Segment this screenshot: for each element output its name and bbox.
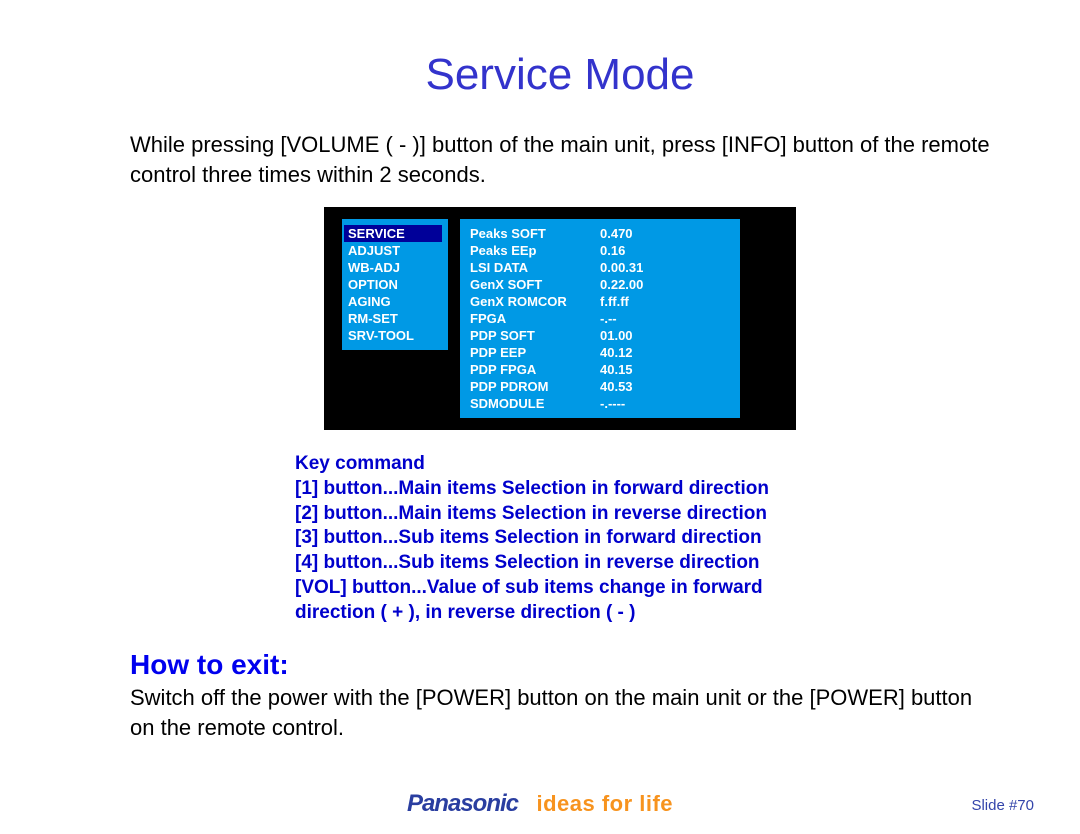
data-label: GenX ROMCOR <box>470 294 600 309</box>
slide-number: Slide #70 <box>971 797 1034 814</box>
data-label: SDMODULE <box>470 396 600 411</box>
data-row: PDP SOFT01.00 <box>470 327 730 344</box>
data-row: PDP EEP40.12 <box>470 344 730 361</box>
data-row: PDP PDROM40.53 <box>470 378 730 395</box>
key-command-line: [4] button...Sub items Selection in reve… <box>295 551 850 576</box>
data-row: FPGA-.-- <box>470 310 730 327</box>
data-value: 40.15 <box>600 362 633 377</box>
key-command-line: [VOL] button...Value of sub items change… <box>295 576 850 601</box>
service-screen: SERVICEADJUSTWB-ADJOPTIONAGINGRM-SETSRV-… <box>324 207 796 430</box>
data-label: FPGA <box>470 311 600 326</box>
data-value: 01.00 <box>600 328 633 343</box>
menu-item-adjust: ADJUST <box>348 242 438 259</box>
key-command-heading: Key command <box>295 452 850 477</box>
menu-item-srv-tool: SRV-TOOL <box>348 327 438 344</box>
menu-column: SERVICEADJUSTWB-ADJOPTIONAGINGRM-SETSRV-… <box>342 219 448 350</box>
menu-item-option: OPTION <box>348 276 438 293</box>
menu-item-rm-set: RM-SET <box>348 310 438 327</box>
data-value: 0.22.00 <box>600 277 643 292</box>
brand-logo: Panasonic <box>407 790 518 817</box>
data-value: 0.470 <box>600 226 633 241</box>
key-command-line: [3] button...Sub items Selection in forw… <box>295 526 850 551</box>
data-row: GenX ROMCORf.ff.ff <box>470 293 730 310</box>
data-label: Peaks EEp <box>470 243 600 258</box>
intro-text: While pressing [VOLUME ( - )] button of … <box>130 130 990 189</box>
data-column: Peaks SOFT0.470Peaks EEp0.16LSI DATA0.00… <box>460 219 740 418</box>
footer: Panasonic ideas for life <box>0 790 1080 818</box>
data-label: PDP PDROM <box>470 379 600 394</box>
data-value: 0.16 <box>600 243 625 258</box>
data-row: Peaks EEp0.16 <box>470 242 730 259</box>
data-row: SDMODULE-.---- <box>470 395 730 412</box>
data-row: PDP FPGA40.15 <box>470 361 730 378</box>
data-value: f.ff.ff <box>600 294 629 309</box>
data-row: LSI DATA0.00.31 <box>470 259 730 276</box>
menu-item-wb-adj: WB-ADJ <box>348 259 438 276</box>
data-label: PDP FPGA <box>470 362 600 377</box>
key-command-line: [2] button...Main items Selection in rev… <box>295 502 850 527</box>
key-command-block: Key command [1] button...Main items Sele… <box>295 452 850 625</box>
data-label: PDP EEP <box>470 345 600 360</box>
page-title: Service Mode <box>130 50 990 100</box>
data-value: 40.12 <box>600 345 633 360</box>
data-value: -.-- <box>600 311 617 326</box>
how-to-exit-body: Switch off the power with the [POWER] bu… <box>130 683 990 742</box>
menu-item-service: SERVICE <box>344 225 442 242</box>
data-value: -.---- <box>600 396 625 411</box>
key-command-line: [1] button...Main items Selection in for… <box>295 477 850 502</box>
data-label: PDP SOFT <box>470 328 600 343</box>
data-value: 0.00.31 <box>600 260 643 275</box>
key-command-line: direction ( + ), in reverse direction ( … <box>295 601 850 626</box>
data-label: Peaks SOFT <box>470 226 600 241</box>
brand-tagline: ideas for life <box>536 791 673 816</box>
how-to-exit-heading: How to exit: <box>130 649 990 681</box>
menu-item-aging: AGING <box>348 293 438 310</box>
data-row: GenX SOFT0.22.00 <box>470 276 730 293</box>
data-label: LSI DATA <box>470 260 600 275</box>
data-row: Peaks SOFT0.470 <box>470 225 730 242</box>
data-value: 40.53 <box>600 379 633 394</box>
data-label: GenX SOFT <box>470 277 600 292</box>
